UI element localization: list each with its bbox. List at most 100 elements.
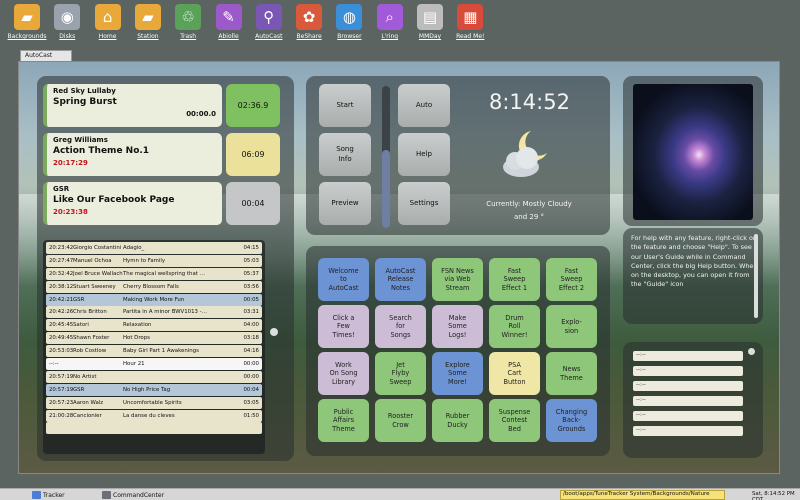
shortcut-button[interactable]: FSN News via Web Stream <box>432 258 483 301</box>
shortcut-button[interactable]: News Theme <box>546 352 597 395</box>
taskbar-item-commandcenter[interactable]: CommandCenter <box>102 490 164 500</box>
now-playing-card[interactable]: GSR Like Our Facebook Page 20:23:38 <box>43 182 222 225</box>
auto-button[interactable]: Auto <box>398 84 450 127</box>
queue-slot[interactable]: --:-- <box>633 366 743 376</box>
log-time: 20:27:47 <box>49 257 74 264</box>
log-title: Relaxation <box>123 322 152 329</box>
log-row[interactable]: 20:57:19 No Artist 00:00 <box>46 370 262 383</box>
galaxy-image <box>633 84 753 220</box>
log-row[interactable]: 20:57:23 Aaron Walz Uncomfortable Spirits 0… <box>46 396 262 409</box>
log-row[interactable]: 20:38:12 Stuart Sweeney Cherry Blossom Fal… <box>46 280 262 293</box>
log-row[interactable] <box>46 422 262 435</box>
queue-slot[interactable]: --:-- <box>633 381 743 391</box>
log-dur: 03:18 <box>243 335 259 342</box>
shortcut-button[interactable]: Work On Song Library <box>318 352 369 395</box>
taskbar-item-tracker[interactable]: Tracker <box>32 490 65 500</box>
log-title: Cherry Blossom Falls <box>123 283 179 290</box>
shortcut-button[interactable]: Rubber Ducky <box>432 399 483 442</box>
shortcut-button[interactable]: Rooster Crow <box>375 399 426 442</box>
log-dur: 00:00 <box>243 361 259 368</box>
shortcut-label: Suspense Contest Bed <box>498 407 531 433</box>
log-row[interactable]: 20:32:42 Joel Bruce Wallach The magical we… <box>46 267 262 280</box>
help-text: For help with any feature, right-click o… <box>631 234 758 289</box>
folder-icon: ▰ <box>134 4 161 30</box>
log-title: No High Price Tag <box>123 386 171 393</box>
shortcut-label: Fast Sweep Effect 1 <box>501 266 528 292</box>
log-time: --:-- <box>49 361 59 368</box>
desktop-icon-read-me-[interactable]: ▦ Read Me! <box>445 4 495 40</box>
shortcut-label: Make Some Logs! <box>448 313 467 339</box>
countdown-timer[interactable]: 00:04 <box>226 182 280 225</box>
shortcut-button[interactable]: Explore Some More! <box>432 352 483 395</box>
countdown-timer[interactable]: 06:09 <box>226 133 280 176</box>
start-button[interactable]: Start <box>319 84 371 127</box>
shortcut-button[interactable]: Drum Roll Winner! <box>489 305 540 348</box>
log-row[interactable]: 20:42:21 GSR Making Work More Fun 00:05 <box>46 293 262 306</box>
shortcut-button[interactable]: Jet Flyby Sweep <box>375 352 426 395</box>
magnifier-icon: ⌕ <box>376 4 403 30</box>
help-button[interactable]: Help <box>398 133 450 176</box>
log-row[interactable]: 20:57:19 GSR No High Price Tag 00:04 <box>46 383 262 396</box>
shortcut-label: FSN News via Web Stream <box>441 266 474 292</box>
track-time: 00:00.0 <box>186 110 216 118</box>
queue-slot[interactable]: --:-- <box>633 396 743 406</box>
shortcut-button[interactable]: Make Some Logs! <box>432 305 483 348</box>
queue-scroll-knob[interactable] <box>748 348 755 355</box>
log-row[interactable]: 21:00:28 Cancionier La danse du cleves 01:5… <box>46 409 262 422</box>
log-title: Hymn to Family <box>123 257 166 264</box>
paint-icon: ✎ <box>215 4 242 30</box>
queue-slot[interactable]: --:-- <box>633 411 743 421</box>
shortcut-button[interactable]: Public Affairs Theme <box>318 399 369 442</box>
log-dur: 01:50 <box>243 412 259 419</box>
log-time: 20:45:45 <box>49 322 74 329</box>
shortcut-button[interactable]: PSA Cart Button <box>489 352 540 395</box>
shortcut-label: Welcome to AutoCast <box>328 266 359 292</box>
antenna-icon: ⚲ <box>255 4 282 30</box>
shortcut-button[interactable]: Search for Songs <box>375 305 426 348</box>
track-artist: Red Sky Lullaby <box>53 87 116 95</box>
log-artist: Chris Britton <box>73 309 107 316</box>
playlist-scroll-knob[interactable] <box>270 328 278 336</box>
song-info-button[interactable]: Song Info <box>319 133 371 176</box>
log-row[interactable]: 20:45:45 Satori Relaxation 04:00 <box>46 319 262 332</box>
window-tab[interactable]: AutoCast <box>20 50 72 61</box>
weather-readout: Currently: Mostly Cloudy and 29 ° <box>469 198 589 225</box>
now-playing-card[interactable]: Greg Williams Action Theme No.1 20:17:29 <box>43 133 222 176</box>
shortcut-button[interactable]: Click a Few Times! <box>318 305 369 348</box>
log-row[interactable]: --:-- Hour 21 00:00 <box>46 358 262 371</box>
path-indicator: /boot/apps/TuneTracker System/Background… <box>560 490 725 500</box>
log-row[interactable]: 20:42:26 Chris Britton Partita in A minor … <box>46 306 262 319</box>
log-artist: Stuart Sweeney <box>73 283 116 290</box>
log-row[interactable]: 20:23:42 Giorgio Costantini Adagio_ 04:15 <box>46 242 262 254</box>
shortcut-label: Click a Few Times! <box>332 313 355 339</box>
log-artist: No Artist <box>73 373 97 380</box>
shortcut-button[interactable]: Fast Sweep Effect 2 <box>546 258 597 301</box>
shortcut-button[interactable]: AutoCast Release Notes <box>375 258 426 301</box>
shortcut-button[interactable]: Changing Back- Grounds <box>546 399 597 442</box>
log-row[interactable]: 20:53:03 Rob Costlow Baby Girl Part 1 Awak… <box>46 345 262 358</box>
log-dur: 03:05 <box>243 399 259 406</box>
disk-icon: ◉ <box>54 4 81 30</box>
shortcut-button[interactable]: Suspense Contest Bed <box>489 399 540 442</box>
track-title: Action Theme No.1 <box>53 146 150 156</box>
log-title: Partita in A minor BWV1013 -… <box>123 309 207 316</box>
weather-temperature: and 29 ° <box>513 213 545 222</box>
log-row[interactable]: 20:49:45 Shawn Foster Hot Drops 03:18 <box>46 332 262 345</box>
now-playing-card[interactable]: Red Sky Lullaby Spring Burst 00:00.0 <box>43 84 222 127</box>
shortcut-button[interactable]: Explo-sion <box>546 305 597 348</box>
playlist-log[interactable]: 20:23:42 Giorgio Costantini Adagio_ 04:15 20… <box>43 240 265 454</box>
countdown-timer[interactable]: 02:36.9 <box>226 84 280 127</box>
log-row[interactable]: 20:27:47 Manuel Ochoa Hymn to Family 05:03 <box>46 254 262 267</box>
help-scrollbar[interactable] <box>754 234 758 318</box>
queue-slot[interactable]: --:-- <box>633 351 743 361</box>
settings-button[interactable]: Settings <box>398 182 450 225</box>
preview-button[interactable]: Preview <box>319 182 371 225</box>
shortcut-button[interactable]: Fast Sweep Effect 1 <box>489 258 540 301</box>
desktop-icon-bar: ▰ Backgrounds ◉ Disks ⌂ Home ▰ Station ♲ Trash ✎ Ab… <box>0 0 800 46</box>
queue-slot[interactable]: --:-- <box>633 426 743 436</box>
pdf-icon: ▦ <box>457 4 484 30</box>
shortcut-button[interactable]: Welcome to AutoCast <box>318 258 369 301</box>
log-time: 21:00:28 <box>49 412 74 419</box>
log-title: Hot Drops <box>123 335 150 342</box>
log-dur: 04:15 <box>243 245 259 251</box>
